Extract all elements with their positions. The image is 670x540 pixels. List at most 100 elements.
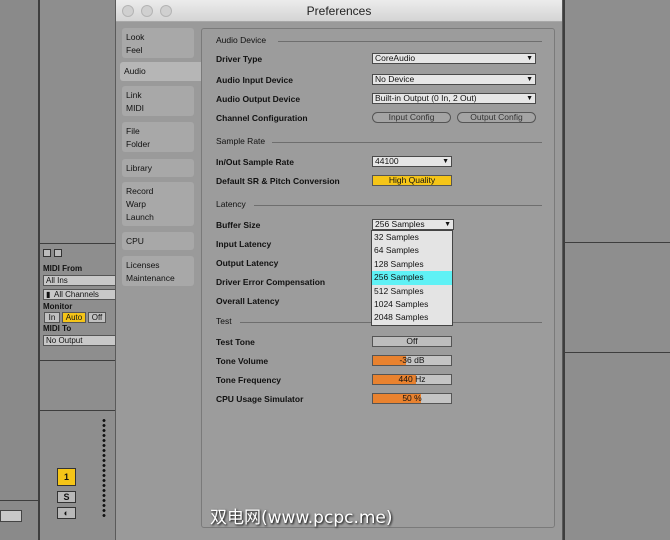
audio-input-device-value: No Device <box>375 74 415 84</box>
record-arm-icon: ◐ <box>63 508 70 518</box>
test-tone-toggle[interactable]: Off <box>372 336 452 347</box>
daw-divider <box>40 410 120 411</box>
cpu-usage-value: 50 % <box>402 393 422 403</box>
monitor-in-button[interactable]: In <box>44 312 60 323</box>
daw-divider <box>40 243 120 244</box>
watermark: 双电网(www.pcpc.me) <box>210 508 393 528</box>
tab-label: Audio <box>124 66 146 76</box>
tab-audio[interactable]: Audio <box>120 62 204 81</box>
audio-output-device-value: Built-in Output (0 In, 2 Out) <box>375 93 477 103</box>
tab-label: Library <box>126 163 152 173</box>
tone-frequency-label: Tone Frequency <box>216 375 282 385</box>
cpu-usage-slider[interactable]: 50 % <box>372 393 452 404</box>
tone-volume-label: Tone Volume <box>216 356 269 366</box>
driver-type-value: CoreAudio <box>375 53 416 63</box>
arm-button[interactable]: ◐ <box>57 507 76 519</box>
tab-label: Folder <box>126 139 151 149</box>
output-latency-label: Output Latency <box>216 258 279 268</box>
tab-label: File <box>126 126 140 136</box>
daw-divider <box>0 500 40 501</box>
driver-type-label: Driver Type <box>216 54 263 64</box>
tab-file-folder[interactable]: File Folder <box>122 122 194 152</box>
tab-label: Look <box>126 32 145 42</box>
chevron-down-icon: ▼ <box>526 55 533 62</box>
daw-divider <box>563 0 565 540</box>
sample-rate-select[interactable]: 44100 ▼ <box>372 156 452 167</box>
tone-frequency-value: 440 Hz <box>398 374 426 384</box>
tab-label: Warp <box>126 199 146 209</box>
audio-input-device-select[interactable]: No Device ▼ <box>372 74 536 85</box>
buffer-option[interactable]: 128 Samples <box>372 258 452 271</box>
track-activator-button[interactable]: 1 <box>57 468 76 486</box>
section-latency: Latency <box>216 199 246 209</box>
tab-label: Maintenance <box>126 273 175 283</box>
daw-field[interactable] <box>0 510 22 522</box>
tone-volume-slider[interactable]: -36 dB <box>372 355 452 366</box>
section-divider <box>278 41 542 42</box>
tab-record-warp-launch[interactable]: Record Warp Launch <box>122 182 194 226</box>
tab-label: Licenses <box>126 260 160 270</box>
tab-library[interactable]: Library <box>122 159 194 177</box>
input-config-button[interactable]: Input Config <box>372 112 451 123</box>
tone-frequency-slider[interactable]: 440 Hz <box>372 374 452 385</box>
midi-channel-select[interactable]: ▮ All Channels <box>43 289 120 300</box>
chevron-down-icon: ▼ <box>442 158 449 165</box>
section-sample-rate: Sample Rate <box>216 136 266 146</box>
section-divider <box>272 142 542 143</box>
track-toggle-icon[interactable] <box>54 249 62 257</box>
test-tone-label: Test Tone <box>216 337 255 347</box>
monitor-off-button[interactable]: Off <box>88 312 106 323</box>
midi-to-label: MIDI To <box>43 324 72 333</box>
monitor-label: Monitor <box>43 302 73 311</box>
section-divider <box>254 205 542 206</box>
tone-volume-value: -36 dB <box>399 355 425 365</box>
buffer-option[interactable]: 512 Samples <box>372 285 452 298</box>
chevron-down-icon: ▼ <box>526 76 533 83</box>
overall-latency-label: Overall Latency <box>216 296 280 306</box>
daw-left-strip <box>0 0 40 540</box>
solo-button[interactable]: S <box>57 491 76 503</box>
buffer-size-label: Buffer Size <box>216 220 261 230</box>
tab-link-midi[interactable]: Link MIDI <box>122 86 194 116</box>
tab-label: Record <box>126 186 154 196</box>
buffer-option[interactable]: 2048 Samples <box>372 311 452 324</box>
daw-divider <box>565 242 670 243</box>
pitch-conversion-label: Default SR & Pitch Conversion <box>216 176 340 186</box>
section-test: Test <box>216 316 232 326</box>
minimize-window-icon[interactable] <box>141 5 153 17</box>
buffer-size-value: 256 Samples <box>375 219 425 229</box>
midi-channel-value: All Channels <box>54 290 99 299</box>
midi-from-label: MIDI From <box>43 264 83 273</box>
buffer-option[interactable]: 64 Samples <box>372 244 452 257</box>
tab-look-feel[interactable]: Look Feel <box>122 28 194 58</box>
track-fold-icon[interactable] <box>43 249 51 257</box>
tab-label: CPU <box>126 236 144 246</box>
sample-rate-value: 44100 <box>375 156 399 166</box>
channel-marker-icon: ▮ <box>46 290 51 299</box>
buffer-option[interactable]: 1024 Samples <box>372 298 452 311</box>
buffer-option[interactable]: 256 Samples <box>372 271 452 285</box>
output-config-button[interactable]: Output Config <box>457 112 536 123</box>
tab-licenses-maintenance[interactable]: Licenses Maintenance <box>122 256 194 286</box>
close-window-icon[interactable] <box>122 5 134 17</box>
midi-from-select[interactable]: All Ins <box>43 275 120 286</box>
title-bar[interactable]: Preferences <box>116 0 562 22</box>
buffer-size-select[interactable]: 256 Samples ▼ <box>372 219 454 230</box>
tab-label: Link <box>126 90 142 100</box>
monitor-auto-button[interactable]: Auto <box>62 312 86 323</box>
buffer-option[interactable]: 32 Samples <box>372 231 452 244</box>
midi-to-select[interactable]: No Output <box>43 335 120 346</box>
preferences-window: Preferences Look Feel Audio Link MIDI Fi… <box>115 0 563 540</box>
driver-type-select[interactable]: CoreAudio ▼ <box>372 53 536 64</box>
zoom-window-icon[interactable] <box>160 5 172 17</box>
tab-cpu[interactable]: CPU <box>122 232 194 250</box>
buffer-size-dropdown: 32 Samples 64 Samples 128 Samples 256 Sa… <box>371 230 453 326</box>
pitch-conversion-toggle[interactable]: High Quality <box>372 175 452 186</box>
tab-label: MIDI <box>126 103 144 113</box>
driver-error-compensation-label: Driver Error Compensation <box>216 277 326 287</box>
audio-input-device-label: Audio Input Device <box>216 75 293 85</box>
audio-output-device-select[interactable]: Built-in Output (0 In, 2 Out) ▼ <box>372 93 536 104</box>
chevron-down-icon: ▼ <box>526 95 533 102</box>
level-meter <box>102 418 106 518</box>
tab-label: Launch <box>126 212 154 222</box>
